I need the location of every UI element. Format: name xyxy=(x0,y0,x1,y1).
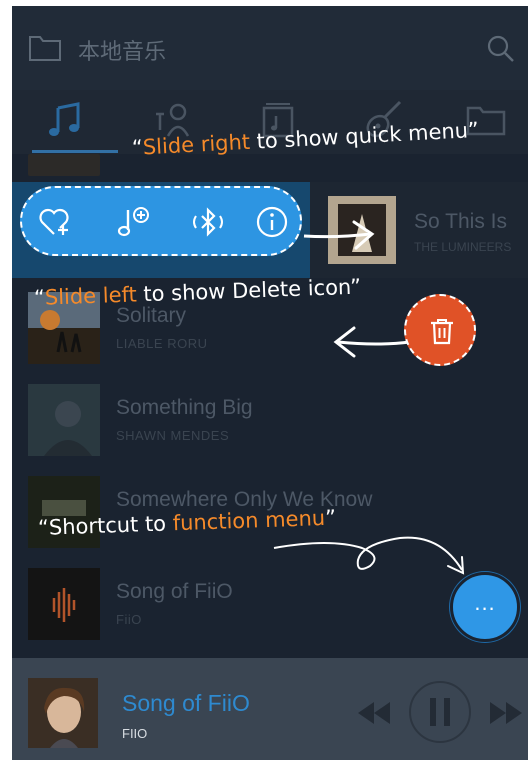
now-playing-bar[interactable]: Song of FiiO FIIO xyxy=(12,658,528,760)
hint-highlight: Slide left xyxy=(44,282,138,310)
pause-icon xyxy=(430,698,436,726)
tab-songs[interactable] xyxy=(44,100,88,140)
quick-menu xyxy=(20,186,302,256)
folder-icon[interactable] xyxy=(28,34,62,62)
playlist-add-icon[interactable] xyxy=(116,204,152,240)
album-art xyxy=(28,678,98,748)
right-arrow-illustration xyxy=(303,220,375,250)
search-icon[interactable] xyxy=(486,34,516,64)
album-art-figure xyxy=(28,568,100,640)
album-art xyxy=(28,568,100,640)
list-item[interactable]: Something Big SHAWN MENDES xyxy=(12,374,528,466)
album-art xyxy=(28,154,100,176)
left-arrow-illustration xyxy=(333,326,411,358)
album-art xyxy=(28,384,100,456)
song-artist: FiiO xyxy=(116,612,142,627)
favorite-add-icon[interactable] xyxy=(36,204,72,240)
song-title: So This Is xyxy=(414,210,507,233)
song-title: Song of FiiO xyxy=(116,580,233,603)
music-note-icon xyxy=(49,102,80,136)
bluetooth-icon[interactable] xyxy=(190,204,226,240)
song-artist: LIABLE RORU xyxy=(116,336,208,351)
function-menu-button[interactable]: ... xyxy=(450,572,520,642)
album-art-figure xyxy=(28,384,100,456)
app-header: 本地音乐 xyxy=(12,6,528,90)
now-playing-artist: FIIO xyxy=(122,726,148,741)
now-playing-title: Song of FiiO xyxy=(122,690,250,716)
active-tab-indicator xyxy=(32,150,118,153)
trash-icon xyxy=(431,319,453,345)
delete-button[interactable] xyxy=(404,294,476,366)
curved-arrow-illustration xyxy=(273,536,465,575)
info-icon[interactable] xyxy=(254,204,290,240)
more-icon: ... xyxy=(474,590,496,615)
hint-text: Shortcut to xyxy=(48,511,174,540)
list-item[interactable] xyxy=(12,154,528,182)
album-art-figure xyxy=(28,678,98,748)
previous-icon[interactable] xyxy=(358,702,392,724)
page-title: 本地音乐 xyxy=(78,40,167,65)
song-artist: THE LUMINEERS xyxy=(414,240,512,254)
pause-button[interactable] xyxy=(408,680,472,744)
song-artist: SHAWN MENDES xyxy=(116,428,230,443)
song-title: Something Big xyxy=(116,396,253,419)
song-title: Solitary xyxy=(116,304,187,327)
next-icon[interactable] xyxy=(488,702,522,724)
app-screen: 本地音乐 So This Is THE LUMINEERS “Slide rig… xyxy=(12,6,528,760)
